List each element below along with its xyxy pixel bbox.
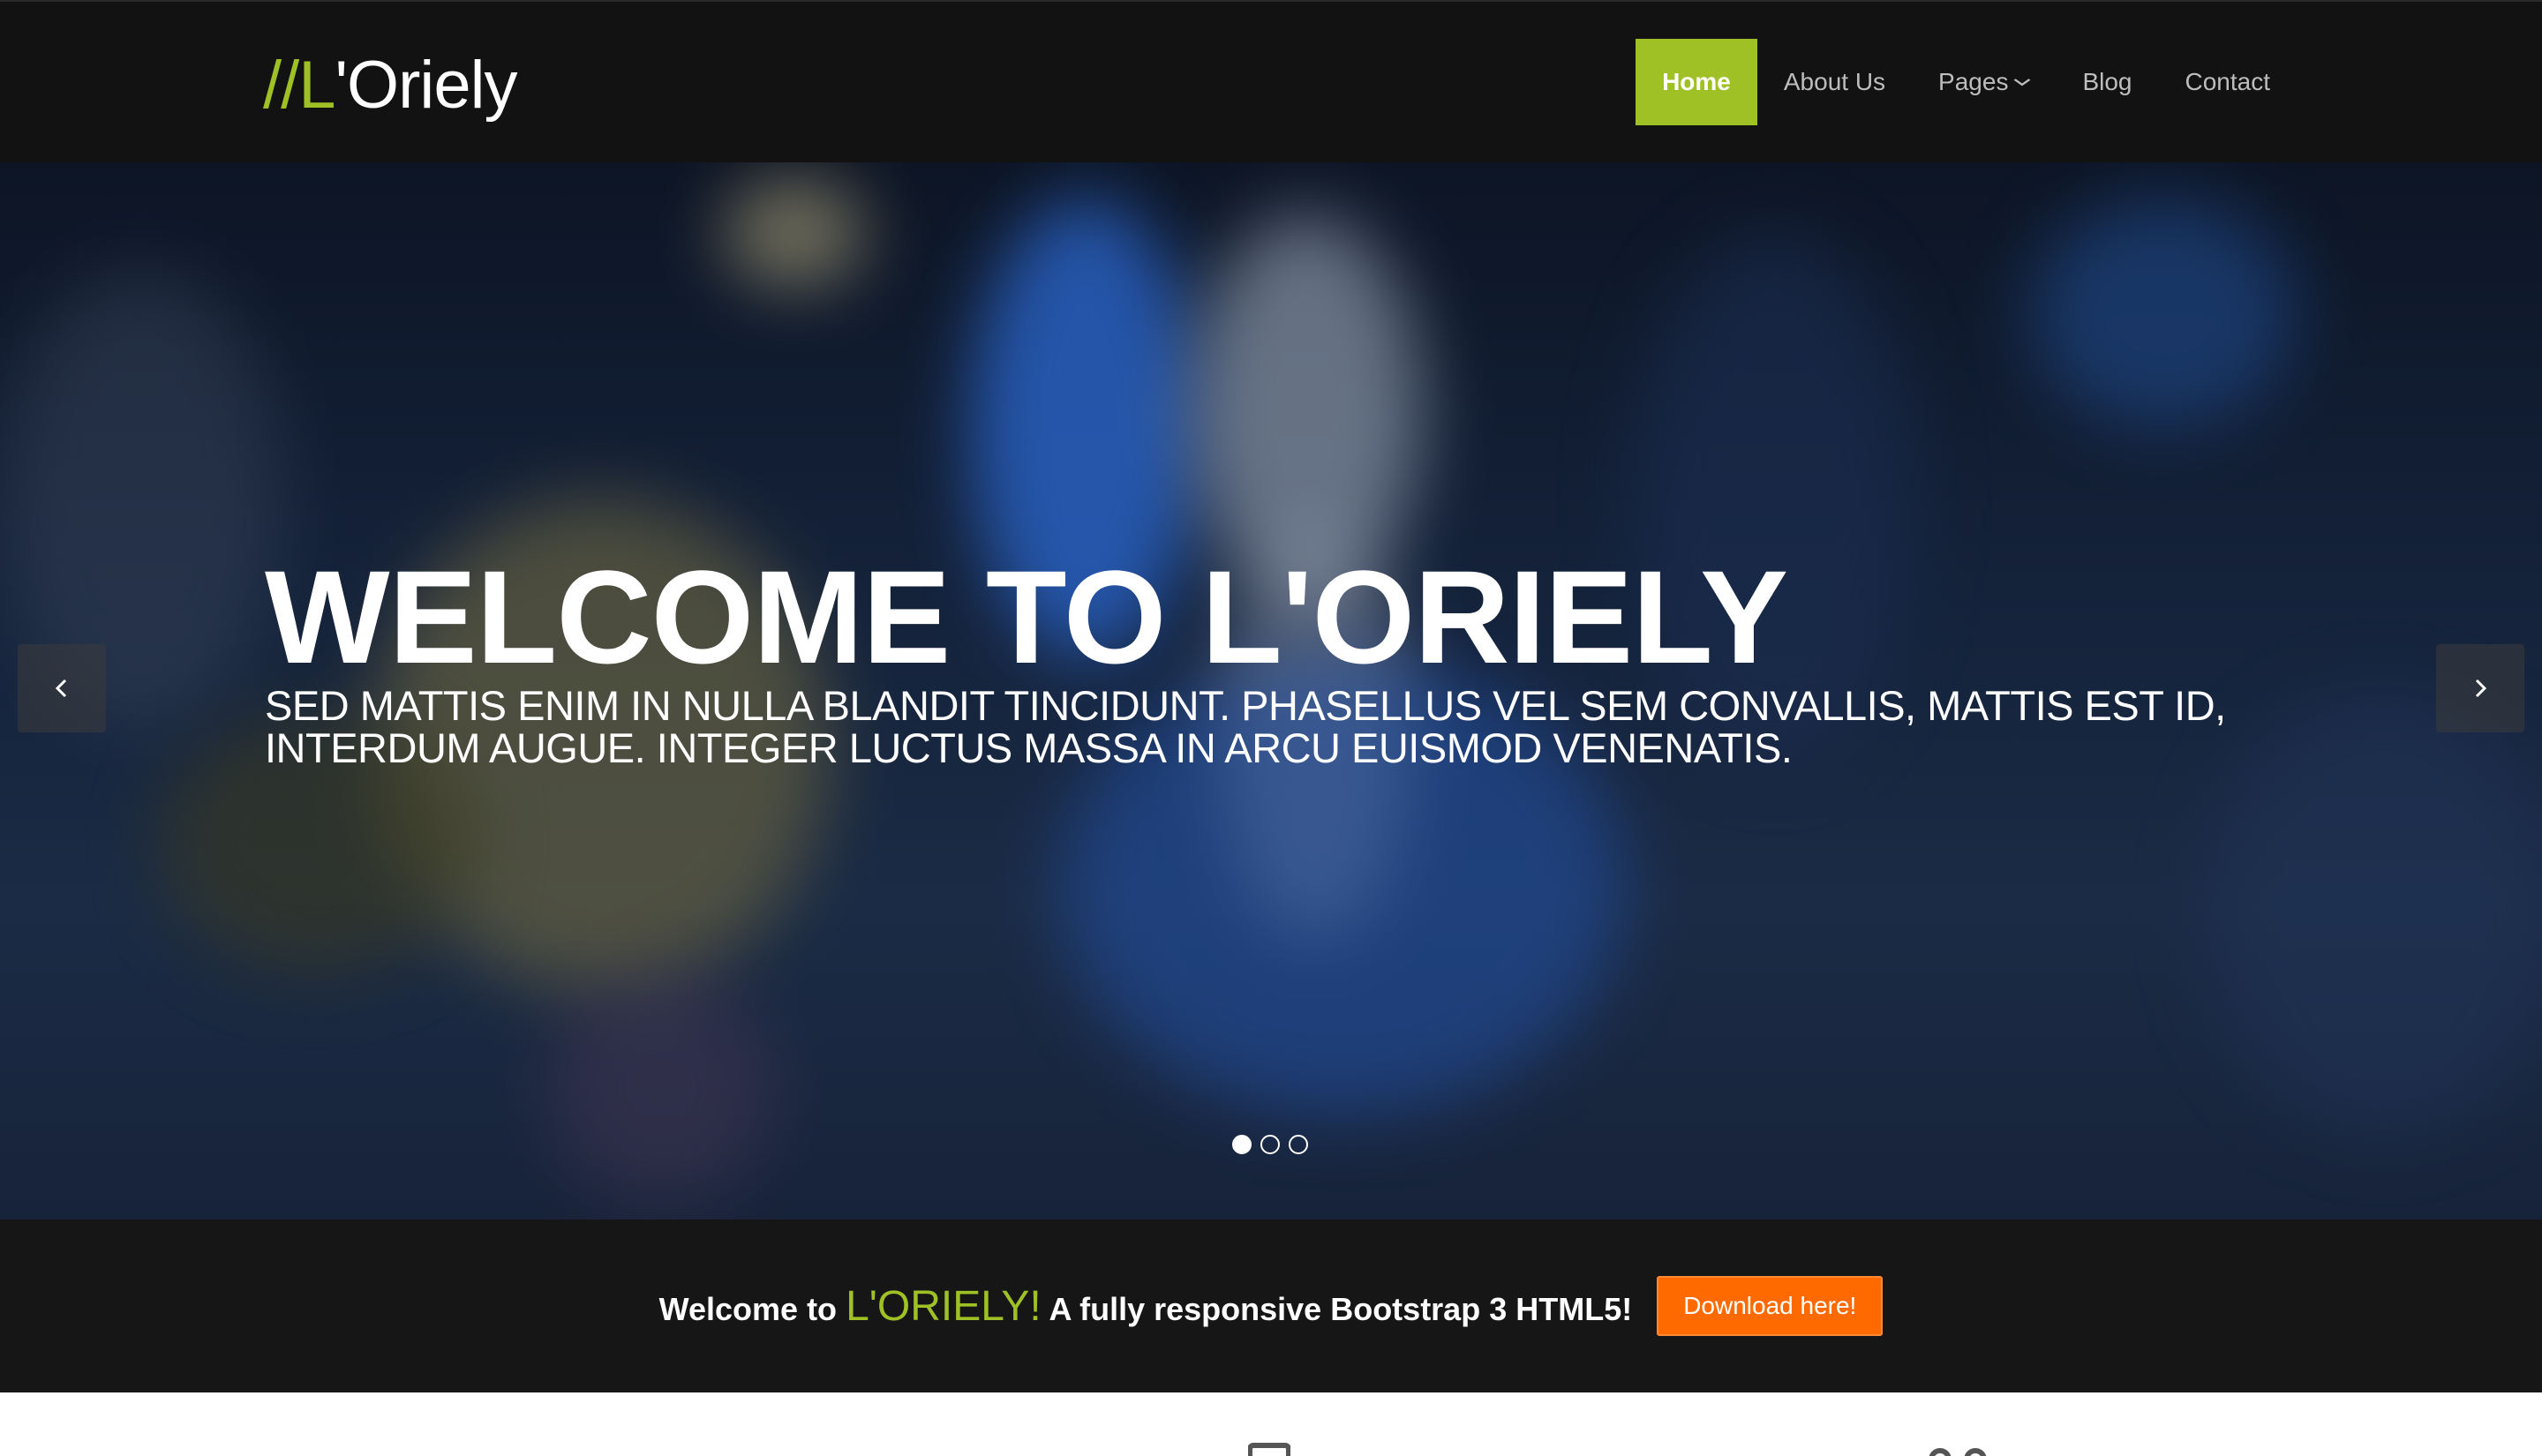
carousel-indicator-2[interactable] — [1260, 1135, 1280, 1154]
page: //L'Oriely Home About Us Pages Blog Cont… — [0, 0, 2542, 1456]
cta-suffix: A fully responsive Bootstrap 3 HTML5! — [1049, 1290, 1633, 1327]
nav-item-pages[interactable]: Pages — [1912, 39, 2056, 125]
brand-logo-mark: //L — [263, 48, 335, 123]
hero-carousel: WELCOME TO L'ORIELY SED MATTIS ENIM IN N… — [0, 162, 2542, 1220]
nav-item-label: Blog — [2082, 68, 2132, 95]
chevron-right-icon — [2475, 679, 2487, 698]
nav-item-about-us[interactable]: About Us — [1757, 39, 1912, 125]
hero-title: WELCOME TO L'ORIELY — [265, 543, 1788, 691]
nav-item-blog[interactable]: Blog — [2056, 39, 2158, 125]
nav-item-home[interactable]: Home — [1636, 39, 1757, 125]
cta-brand: L'ORIELY! — [846, 1282, 1042, 1330]
chevron-down-icon — [2012, 73, 2032, 92]
features-section — [0, 1392, 2542, 1456]
cta-prefix: Welcome to — [658, 1290, 838, 1327]
brand-logo[interactable]: //L'Oriely — [263, 46, 518, 125]
nav-item-label: About Us — [1783, 68, 1886, 95]
main-nav: Home About Us Pages Blog Contact — [1636, 39, 2297, 125]
chevron-left-icon — [55, 679, 67, 698]
navbar: //L'Oriely Home About Us Pages Blog Cont… — [0, 0, 2542, 162]
nav-item-label: Home — [1662, 68, 1731, 95]
cta-band: Welcome to L'ORIELY! A fully responsive … — [0, 1220, 2542, 1392]
users-icon — [1929, 1448, 1987, 1456]
nav-item-label: Contact — [2185, 68, 2271, 95]
brand-logo-name: 'Oriely — [335, 48, 518, 123]
cta-text: Welcome to L'ORIELY! A fully responsive … — [659, 1282, 1633, 1331]
nav-item-label: Pages — [1938, 68, 2009, 95]
hero-subtitle: SED MATTIS ENIM IN NULLA BLANDIT TINCIDU… — [265, 682, 2226, 771]
download-button[interactable]: Download here! — [1657, 1276, 1884, 1336]
carousel-indicators — [1232, 1135, 1308, 1154]
hero-caption: WELCOME TO L'ORIELY SED MATTIS ENIM IN N… — [265, 551, 2295, 769]
nav-item-contact[interactable]: Contact — [2159, 39, 2298, 125]
carousel-next-button[interactable] — [2436, 644, 2524, 732]
carousel-prev-button[interactable] — [18, 644, 106, 732]
carousel-indicator-1[interactable] — [1232, 1135, 1252, 1154]
carousel-indicator-3[interactable] — [1289, 1135, 1308, 1154]
feature-icon — [1248, 1443, 1290, 1456]
